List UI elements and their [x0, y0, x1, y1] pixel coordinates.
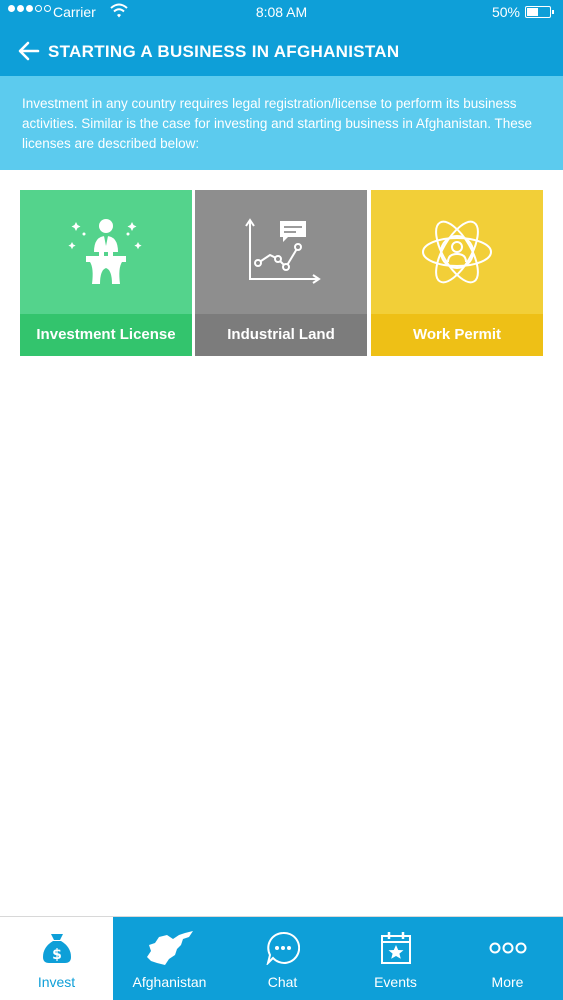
tab-afghanistan[interactable]: Afghanistan — [113, 917, 226, 1000]
battery-icon — [525, 6, 554, 18]
line-chart-icon — [195, 190, 367, 314]
tab-events[interactable]: Events — [339, 917, 452, 1000]
tile-label: Investment License — [20, 314, 192, 356]
tab-more[interactable]: More — [452, 917, 563, 1000]
tab-invest[interactable]: $ Invest — [0, 917, 113, 1000]
tab-label: More — [491, 974, 524, 990]
chat-bubble-icon — [226, 929, 339, 967]
money-bag-icon: $ — [0, 929, 113, 967]
license-tiles: Investment License Industrial Land Work … — [20, 190, 543, 356]
tab-label: Chat — [267, 974, 298, 990]
speaker-podium-icon — [20, 190, 192, 314]
status-bar: Carrier 8:08 AM 50% — [0, 0, 563, 26]
svg-text:$: $ — [52, 947, 62, 963]
battery-percent: 50% — [491, 4, 520, 20]
afghanistan-map-icon — [113, 929, 226, 967]
more-dots-icon — [452, 929, 563, 967]
intro-banner: Investment in any country requires legal… — [0, 76, 563, 170]
page-title: STARTING A BUSINESS IN AFGHANISTAN — [48, 42, 400, 61]
tab-chat[interactable]: Chat — [226, 917, 339, 1000]
tab-label: Events — [374, 974, 417, 990]
clock: 8:08 AM — [255, 4, 308, 20]
tile-label: Industrial Land — [195, 314, 367, 356]
tile-investment-license[interactable]: Investment License — [20, 190, 192, 356]
calendar-star-icon — [339, 929, 452, 967]
tile-industrial-land[interactable]: Industrial Land — [195, 190, 367, 356]
tab-bar: $ Invest Afghanistan Chat Events More — [0, 916, 563, 1000]
person-atom-icon — [371, 190, 543, 314]
tile-work-permit[interactable]: Work Permit — [371, 190, 543, 356]
tile-label: Work Permit — [371, 314, 543, 356]
arrow-left-icon[interactable] — [16, 38, 42, 64]
nav-header: STARTING A BUSINESS IN AFGHANISTAN — [0, 26, 563, 76]
tab-label: Invest — [37, 974, 76, 990]
tab-label: Afghanistan — [132, 974, 207, 990]
intro-text: Investment in any country requires legal… — [22, 96, 533, 151]
